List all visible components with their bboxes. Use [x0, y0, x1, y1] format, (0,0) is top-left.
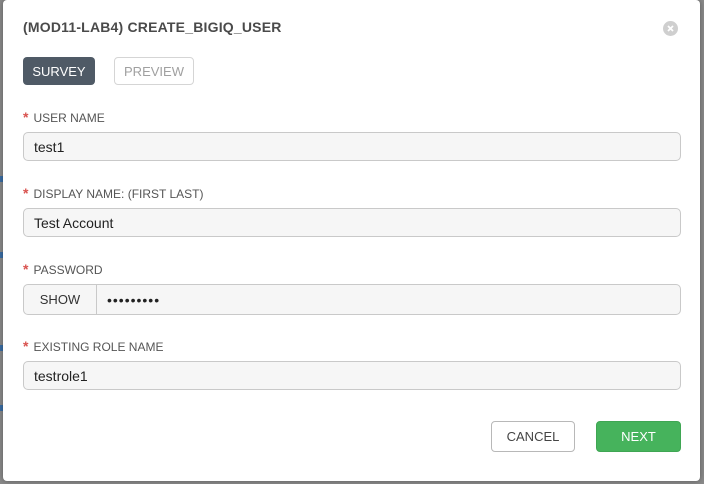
- cancel-button[interactable]: CANCEL: [491, 421, 575, 452]
- tab-preview[interactable]: PREVIEW: [114, 57, 194, 85]
- display-name-label: * DISPLAY NAME: (FIRST LAST): [23, 185, 204, 201]
- password-label: * PASSWORD: [23, 261, 103, 277]
- close-icon[interactable]: [663, 21, 678, 36]
- role-name-label: * EXISTING ROLE NAME: [23, 338, 164, 354]
- survey-modal: (MOD11-LAB4) CREATE_BIGIQ_USER SURVEY PR…: [3, 0, 700, 481]
- display-name-input[interactable]: Test Account: [23, 208, 681, 237]
- password-input[interactable]: •••••••••: [97, 285, 680, 314]
- required-marker: *: [23, 185, 29, 201]
- role-name-input[interactable]: testrole1: [23, 361, 681, 390]
- required-marker: *: [23, 338, 29, 354]
- show-password-button[interactable]: SHOW: [24, 285, 97, 314]
- user-name-input[interactable]: test1: [23, 132, 681, 161]
- password-group: SHOW •••••••••: [23, 284, 681, 315]
- tab-survey[interactable]: SURVEY: [23, 57, 95, 85]
- required-marker: *: [23, 109, 29, 125]
- required-marker: *: [23, 261, 29, 277]
- user-name-label: * USER NAME: [23, 109, 105, 125]
- modal-title: (MOD11-LAB4) CREATE_BIGIQ_USER: [23, 19, 282, 35]
- next-button[interactable]: NEXT: [596, 421, 681, 452]
